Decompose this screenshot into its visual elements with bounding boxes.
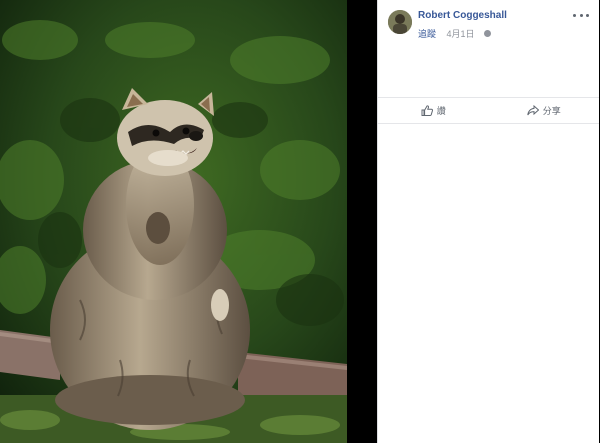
follow-link[interactable]: 追蹤 <box>418 29 436 39</box>
post-side-panel: Robert Coggeshall 追蹤 4月1日 讚 分享 <box>377 0 599 443</box>
dot <box>579 13 583 17</box>
raccoon-photo-art <box>0 0 347 443</box>
share-label: 分享 <box>542 106 561 116</box>
photo-viewer: Robert Coggeshall 追蹤 4月1日 讚 分享 <box>0 0 600 443</box>
avatar[interactable] <box>388 10 412 34</box>
post-header: Robert Coggeshall 追蹤 4月1日 <box>378 0 599 44</box>
dot <box>573 13 576 17</box>
dot <box>586 13 589 17</box>
post-date[interactable]: 4月1日 <box>446 29 474 39</box>
thumbs-up-icon <box>421 105 433 116</box>
like-button[interactable]: 讚 <box>378 98 489 123</box>
more-options-icon[interactable] <box>573 9 589 21</box>
divider <box>378 123 599 124</box>
author-name[interactable]: Robert Coggeshall <box>418 10 507 21</box>
globe-icon <box>483 30 491 37</box>
post-meta: 追蹤 4月1日 <box>418 24 491 39</box>
share-arrow-icon <box>527 105 539 116</box>
post-actions: 讚 分享 <box>378 98 599 123</box>
avatar-image <box>388 10 412 34</box>
like-label: 讚 <box>436 106 446 116</box>
raccoon-photo[interactable] <box>0 0 347 443</box>
share-button[interactable]: 分享 <box>489 98 600 123</box>
photo-stage <box>0 0 376 443</box>
